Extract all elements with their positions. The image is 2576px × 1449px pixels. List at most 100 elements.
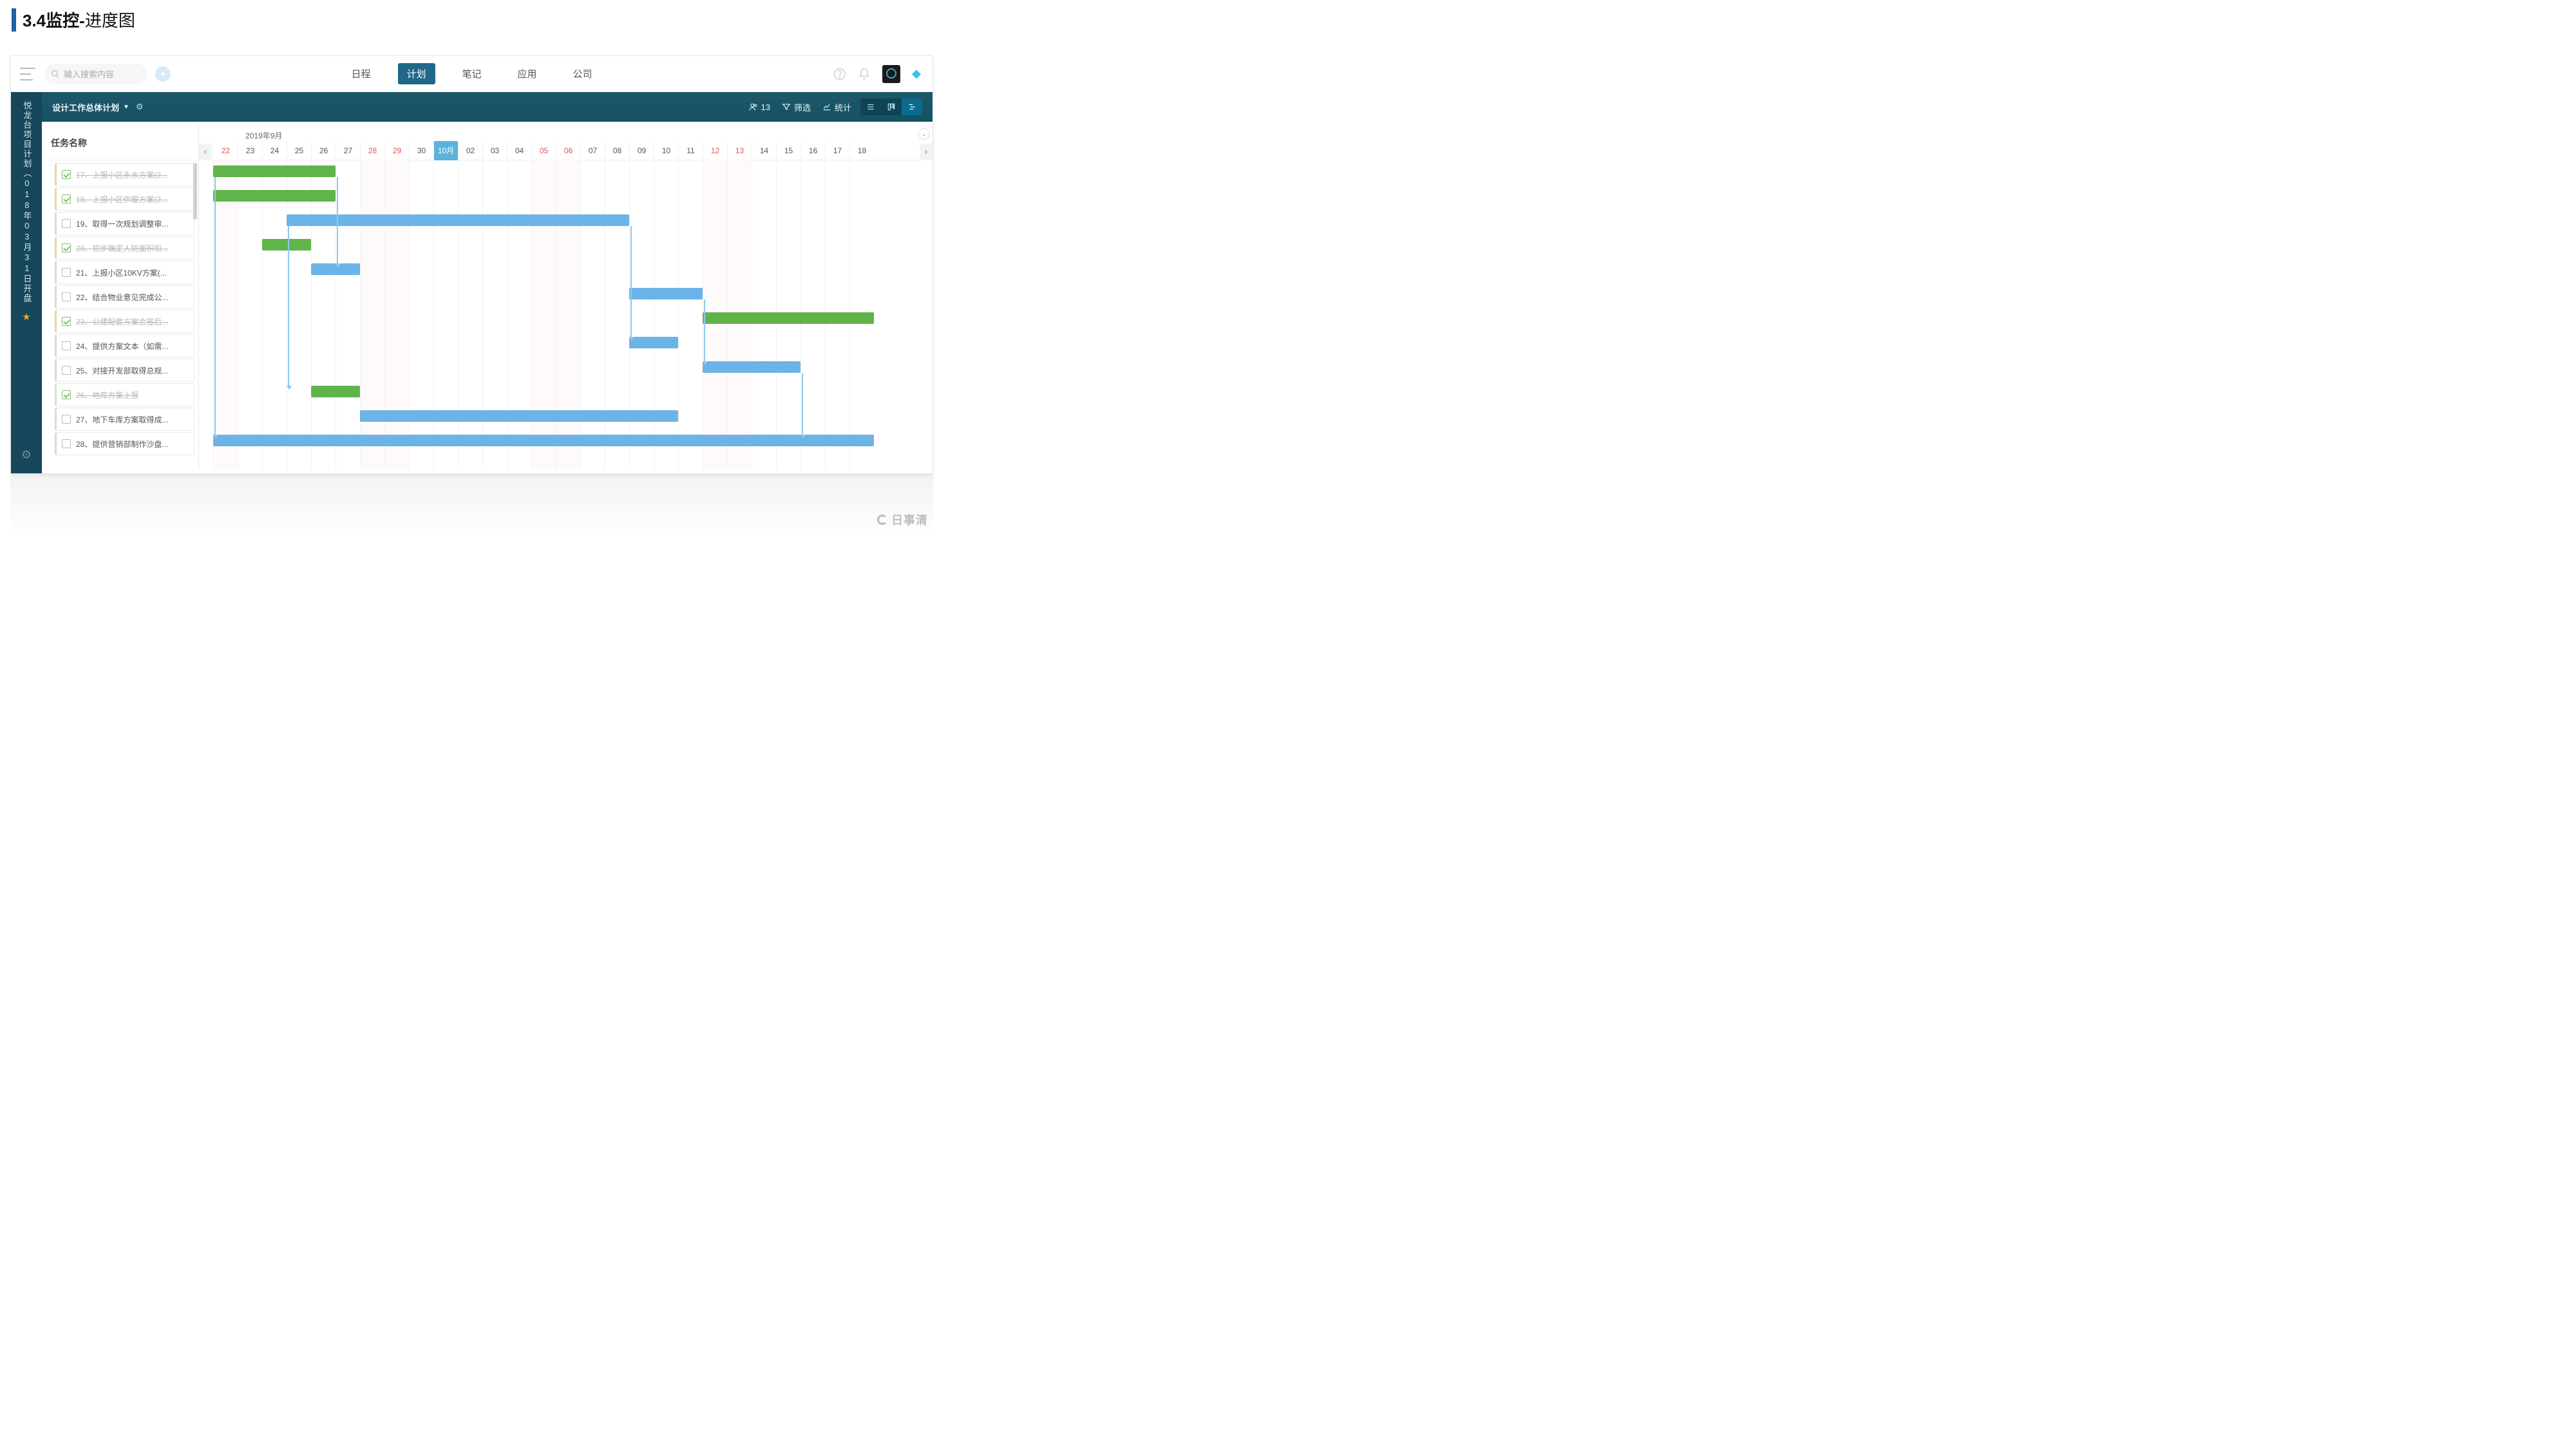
checkbox-icon[interactable] [62, 415, 71, 424]
gantt-bar[interactable] [360, 410, 678, 422]
nav-tab-2[interactable]: 笔记 [453, 63, 490, 84]
settings-icon[interactable]: ⚙ [21, 446, 32, 464]
timeline-day[interactable]: 17 [825, 141, 849, 160]
view-gantt-button[interactable] [902, 99, 922, 115]
timeline-day[interactable]: 05 [531, 141, 556, 160]
dependency-arrow [337, 177, 338, 263]
timeline-day[interactable]: 07 [580, 141, 605, 160]
task-row[interactable]: 26、地库方案上报 [55, 383, 194, 406]
task-row[interactable]: 19、取得一次规划调整审... [55, 212, 194, 235]
star-icon[interactable]: ★ [22, 310, 30, 325]
checkbox-icon[interactable] [62, 390, 71, 399]
task-row[interactable]: 27、地下车库方案取得成... [55, 408, 194, 431]
timeline-day[interactable]: 06 [556, 141, 580, 160]
timeline-day[interactable]: 30 [409, 141, 433, 160]
project-name-vertical[interactable]: 悦龙台项目计划（018年03月31日开盘 [20, 101, 33, 303]
gantt-bar[interactable] [262, 239, 311, 251]
nav-tab-3[interactable]: 应用 [509, 63, 546, 84]
timeline-day[interactable]: 28 [360, 141, 384, 160]
nav-tab-4[interactable]: 公司 [564, 63, 601, 84]
timeline-day[interactable]: 16 [800, 141, 825, 160]
avatar[interactable] [882, 65, 900, 83]
task-row[interactable]: 24、提供方案文本（如需... [55, 334, 194, 357]
gantt-bar[interactable] [629, 337, 678, 348]
gantt-bar[interactable] [629, 288, 703, 299]
nav-tab-1[interactable]: 计划 [397, 63, 435, 84]
timeline-day[interactable]: 24 [262, 141, 287, 160]
view-list-button[interactable] [860, 99, 881, 115]
timeline-day[interactable]: 25 [287, 141, 311, 160]
help-icon[interactable] [833, 68, 846, 80]
timeline-day[interactable]: 08 [605, 141, 629, 160]
checkbox-icon[interactable] [62, 341, 71, 350]
members-button[interactable]: 13 [749, 102, 770, 112]
gantt-bar[interactable] [311, 386, 360, 397]
timeline-day[interactable]: 15 [776, 141, 800, 160]
timeline-day[interactable]: 18 [849, 141, 874, 160]
stats-button[interactable]: 统计 [822, 101, 851, 113]
task-row[interactable]: 22、结合物业意见完成公... [55, 285, 194, 308]
search-input[interactable]: 输入搜索内容 [44, 64, 147, 84]
nav-tab-0[interactable]: 日程 [342, 63, 379, 84]
task-column: 任务名称 17、上报小区永水方案(2...18、上报小区供暖方案(2...19、… [42, 126, 199, 469]
left-rail: 悦龙台项目计划（018年03月31日开盘 ★ ⚙ [11, 92, 42, 473]
timeline-day[interactable]: 29 [384, 141, 409, 160]
task-list[interactable]: 17、上报小区永水方案(2... 18、上报小区供暖方案(2... 19、取得一次规… [42, 160, 198, 469]
checkbox-icon[interactable] [62, 243, 71, 252]
timeline-day[interactable]: 27 [336, 141, 360, 160]
diamond-icon[interactable]: ◆ [912, 67, 921, 80]
timeline-day[interactable]: 26 [311, 141, 336, 160]
task-label: 17、上报小区永水方案(2... [76, 169, 167, 180]
plan-settings-icon[interactable]: ⚙ [136, 102, 144, 112]
gantt-bar[interactable] [703, 312, 874, 324]
gantt-bar[interactable] [213, 166, 336, 177]
timeline-day[interactable]: 23 [238, 141, 262, 160]
timeline-day[interactable]: 03 [482, 141, 507, 160]
timeline-day[interactable]: 09 [629, 141, 654, 160]
timeline-prev-button[interactable]: ‹ [199, 144, 212, 160]
dependency-arrow [802, 373, 803, 435]
timeline-day[interactable]: 10月 [433, 141, 458, 160]
timeline-day[interactable]: 02 [458, 141, 482, 160]
gantt-bar[interactable] [213, 190, 336, 202]
checkbox-icon[interactable] [62, 219, 71, 228]
gantt-bar[interactable] [213, 435, 874, 446]
task-row[interactable]: 21、上报小区10KV方案(... [55, 261, 194, 284]
task-row[interactable]: 28、提供营销部制作沙盘... [55, 432, 194, 455]
timeline-day[interactable]: 11 [678, 141, 703, 160]
task-row[interactable]: 17、上报小区永水方案(2... [55, 163, 194, 186]
timeline-day[interactable]: 12 [703, 141, 727, 160]
timeline-day[interactable]: 10 [654, 141, 678, 160]
task-row[interactable]: 23、公建配套方案会签后... [55, 310, 194, 333]
view-board-button[interactable] [881, 99, 902, 115]
bell-icon[interactable] [858, 68, 871, 80]
gantt-bar[interactable] [703, 361, 800, 373]
timeline-header: 2019年9月 ‹ › 22232425262728293010月0203040… [199, 126, 933, 160]
slide-title: 3.4监控- 进度图 [0, 0, 956, 41]
task-label: 18、上报小区供暖方案(2... [76, 194, 167, 205]
checkbox-icon[interactable] [62, 439, 71, 448]
task-label: 28、提供营销部制作沙盘... [76, 439, 168, 450]
add-button[interactable] [155, 66, 171, 82]
checkbox-icon[interactable] [62, 170, 71, 179]
checkbox-icon[interactable] [62, 366, 71, 375]
timeline-day[interactable]: 04 [507, 141, 531, 160]
checkbox-icon[interactable] [62, 317, 71, 326]
task-row[interactable]: 25、对接开发部取得总规... [55, 359, 194, 382]
chevron-down-icon[interactable]: ▼ [123, 104, 129, 111]
timeline-day[interactable]: 22 [213, 141, 238, 160]
plan-name[interactable]: 设计工作总体计划 [52, 101, 119, 113]
task-row[interactable]: 20、初步确定人防面积和... [55, 236, 194, 260]
task-row[interactable]: 18、上报小区供暖方案(2... [55, 187, 194, 211]
timeline-day[interactable]: 14 [752, 141, 776, 160]
dependency-arrow [288, 226, 289, 386]
checkbox-icon[interactable] [62, 194, 71, 204]
checkbox-icon[interactable] [62, 268, 71, 277]
timeline-day[interactable]: 13 [727, 141, 752, 160]
filter-button[interactable]: 筛选 [782, 101, 811, 113]
timeline-next-button[interactable]: › [920, 144, 933, 160]
timeline-body[interactable] [213, 160, 918, 469]
task-label: 27、地下车库方案取得成... [76, 414, 168, 425]
menu-icon[interactable] [20, 68, 35, 80]
checkbox-icon[interactable] [62, 292, 71, 301]
